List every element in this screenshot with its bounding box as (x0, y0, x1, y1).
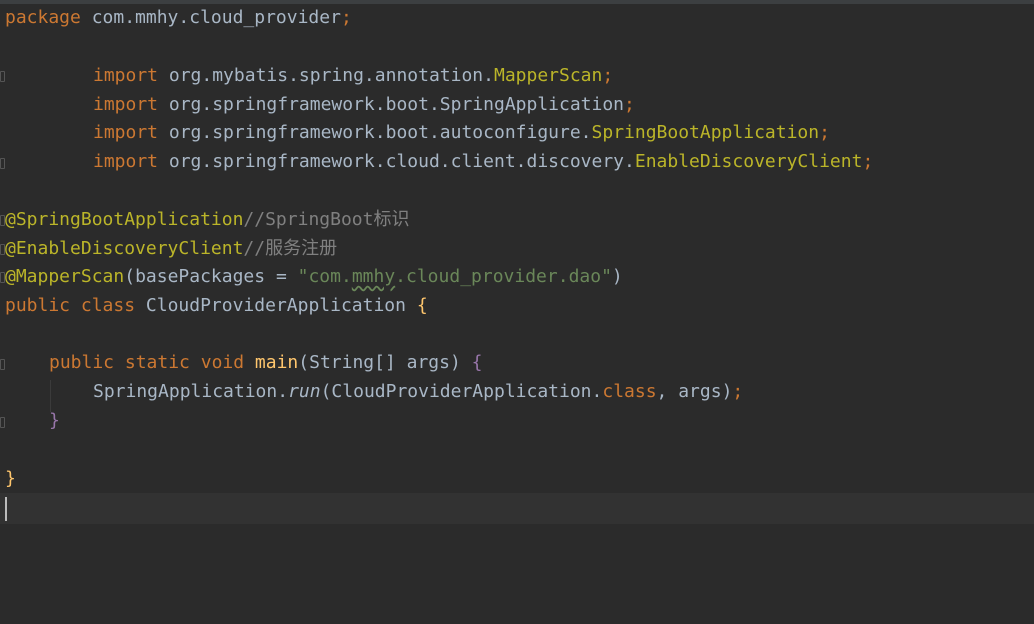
import-path: org.mybatis.spring.annotation. (158, 65, 494, 86)
method-params: (String[] args) (298, 352, 461, 373)
keyword: static (114, 352, 190, 373)
import-class: EnableDiscoveryClient (634, 151, 863, 172)
call-args: (CloudProviderApplication. (320, 381, 603, 402)
fold-icon[interactable] (0, 417, 5, 428)
import-path: org.springframework.boot.autoconfigure. (158, 122, 592, 143)
import-path: org.springframework.boot.SpringApplicati… (158, 94, 625, 115)
comment: //服务注册 (243, 238, 338, 259)
string-literal: .cloud_provider.dao" (395, 266, 612, 287)
operator: = (265, 266, 298, 287)
brace: { (460, 352, 483, 373)
annotation: @MapperScan (5, 266, 125, 287)
fold-icon[interactable] (0, 71, 5, 82)
annotation-param: basePackages (135, 266, 266, 287)
code-line-package: package com.mmhy.cloud_provider; (5, 4, 352, 32)
import-class: SpringBootApplication (591, 122, 820, 143)
semicolon: ; (340, 7, 352, 28)
typo-underline-word: mmhy (351, 266, 396, 287)
paren: ) (611, 266, 623, 287)
code-line-annotation: @SpringBootApplication//SpringBoot标识 (5, 206, 409, 234)
keyword: import (93, 122, 159, 143)
semicolon: ; (819, 122, 830, 143)
brace: { (406, 295, 428, 316)
code-line-statement: SpringApplication.run(CloudProviderAppli… (93, 378, 743, 406)
keyword: public (5, 295, 71, 316)
keyword: import (93, 65, 159, 86)
import-class: MapperScan (493, 65, 603, 86)
method-call: run (288, 381, 321, 402)
annotation: @EnableDiscoveryClient (5, 238, 244, 259)
fold-icon[interactable] (0, 158, 5, 169)
code-line-annotation: @MapperScan(basePackages = "com.mmhy.clo… (5, 263, 623, 291)
code-line-import: import org.springframework.boot.autoconf… (93, 119, 830, 147)
import-path: org.springframework.cloud.client.discove… (158, 151, 635, 172)
text-cursor (5, 497, 7, 521)
keyword: import (93, 94, 159, 115)
keyword: void (189, 352, 245, 373)
keyword: import (93, 151, 159, 172)
class-ref: SpringApplication. (93, 381, 289, 402)
code-line-annotation: @EnableDiscoveryClient//服务注册 (5, 235, 337, 263)
code-line-close-class: } (5, 468, 16, 489)
package-name: com.mmhy.cloud_provider (80, 7, 341, 28)
annotation: @SpringBootApplication (5, 209, 244, 230)
keyword: class (70, 295, 136, 316)
keyword: public (49, 352, 115, 373)
paren: ( (124, 266, 136, 287)
code-line-close-method: } (49, 410, 60, 431)
string-literal: "com. (297, 266, 352, 287)
semicolon: ; (732, 381, 744, 402)
code-editor[interactable]: package com.mmhy.cloud_provider; import … (0, 4, 1034, 624)
semicolon: ; (862, 151, 874, 172)
fold-icon[interactable] (0, 359, 5, 370)
keyword: package (5, 7, 81, 28)
code-line-method-decl: public static void main(String[] args) { (49, 349, 483, 377)
call-args: , args) (656, 381, 733, 402)
class-name: CloudProviderApplication (135, 295, 406, 316)
comment: //SpringBoot标识 (243, 209, 410, 230)
semicolon: ; (624, 94, 635, 115)
semicolon: ; (602, 65, 614, 86)
code-line-class-decl: public class CloudProviderApplication { (5, 292, 428, 320)
keyword: class (602, 381, 657, 402)
current-line-highlight (0, 493, 1034, 524)
code-line-import: import org.mybatis.spring.annotation.Map… (93, 62, 613, 90)
code-line-import: import org.springframework.cloud.client.… (93, 148, 873, 176)
code-line-import: import org.springframework.boot.SpringAp… (93, 91, 635, 119)
method-name: main (244, 352, 299, 373)
